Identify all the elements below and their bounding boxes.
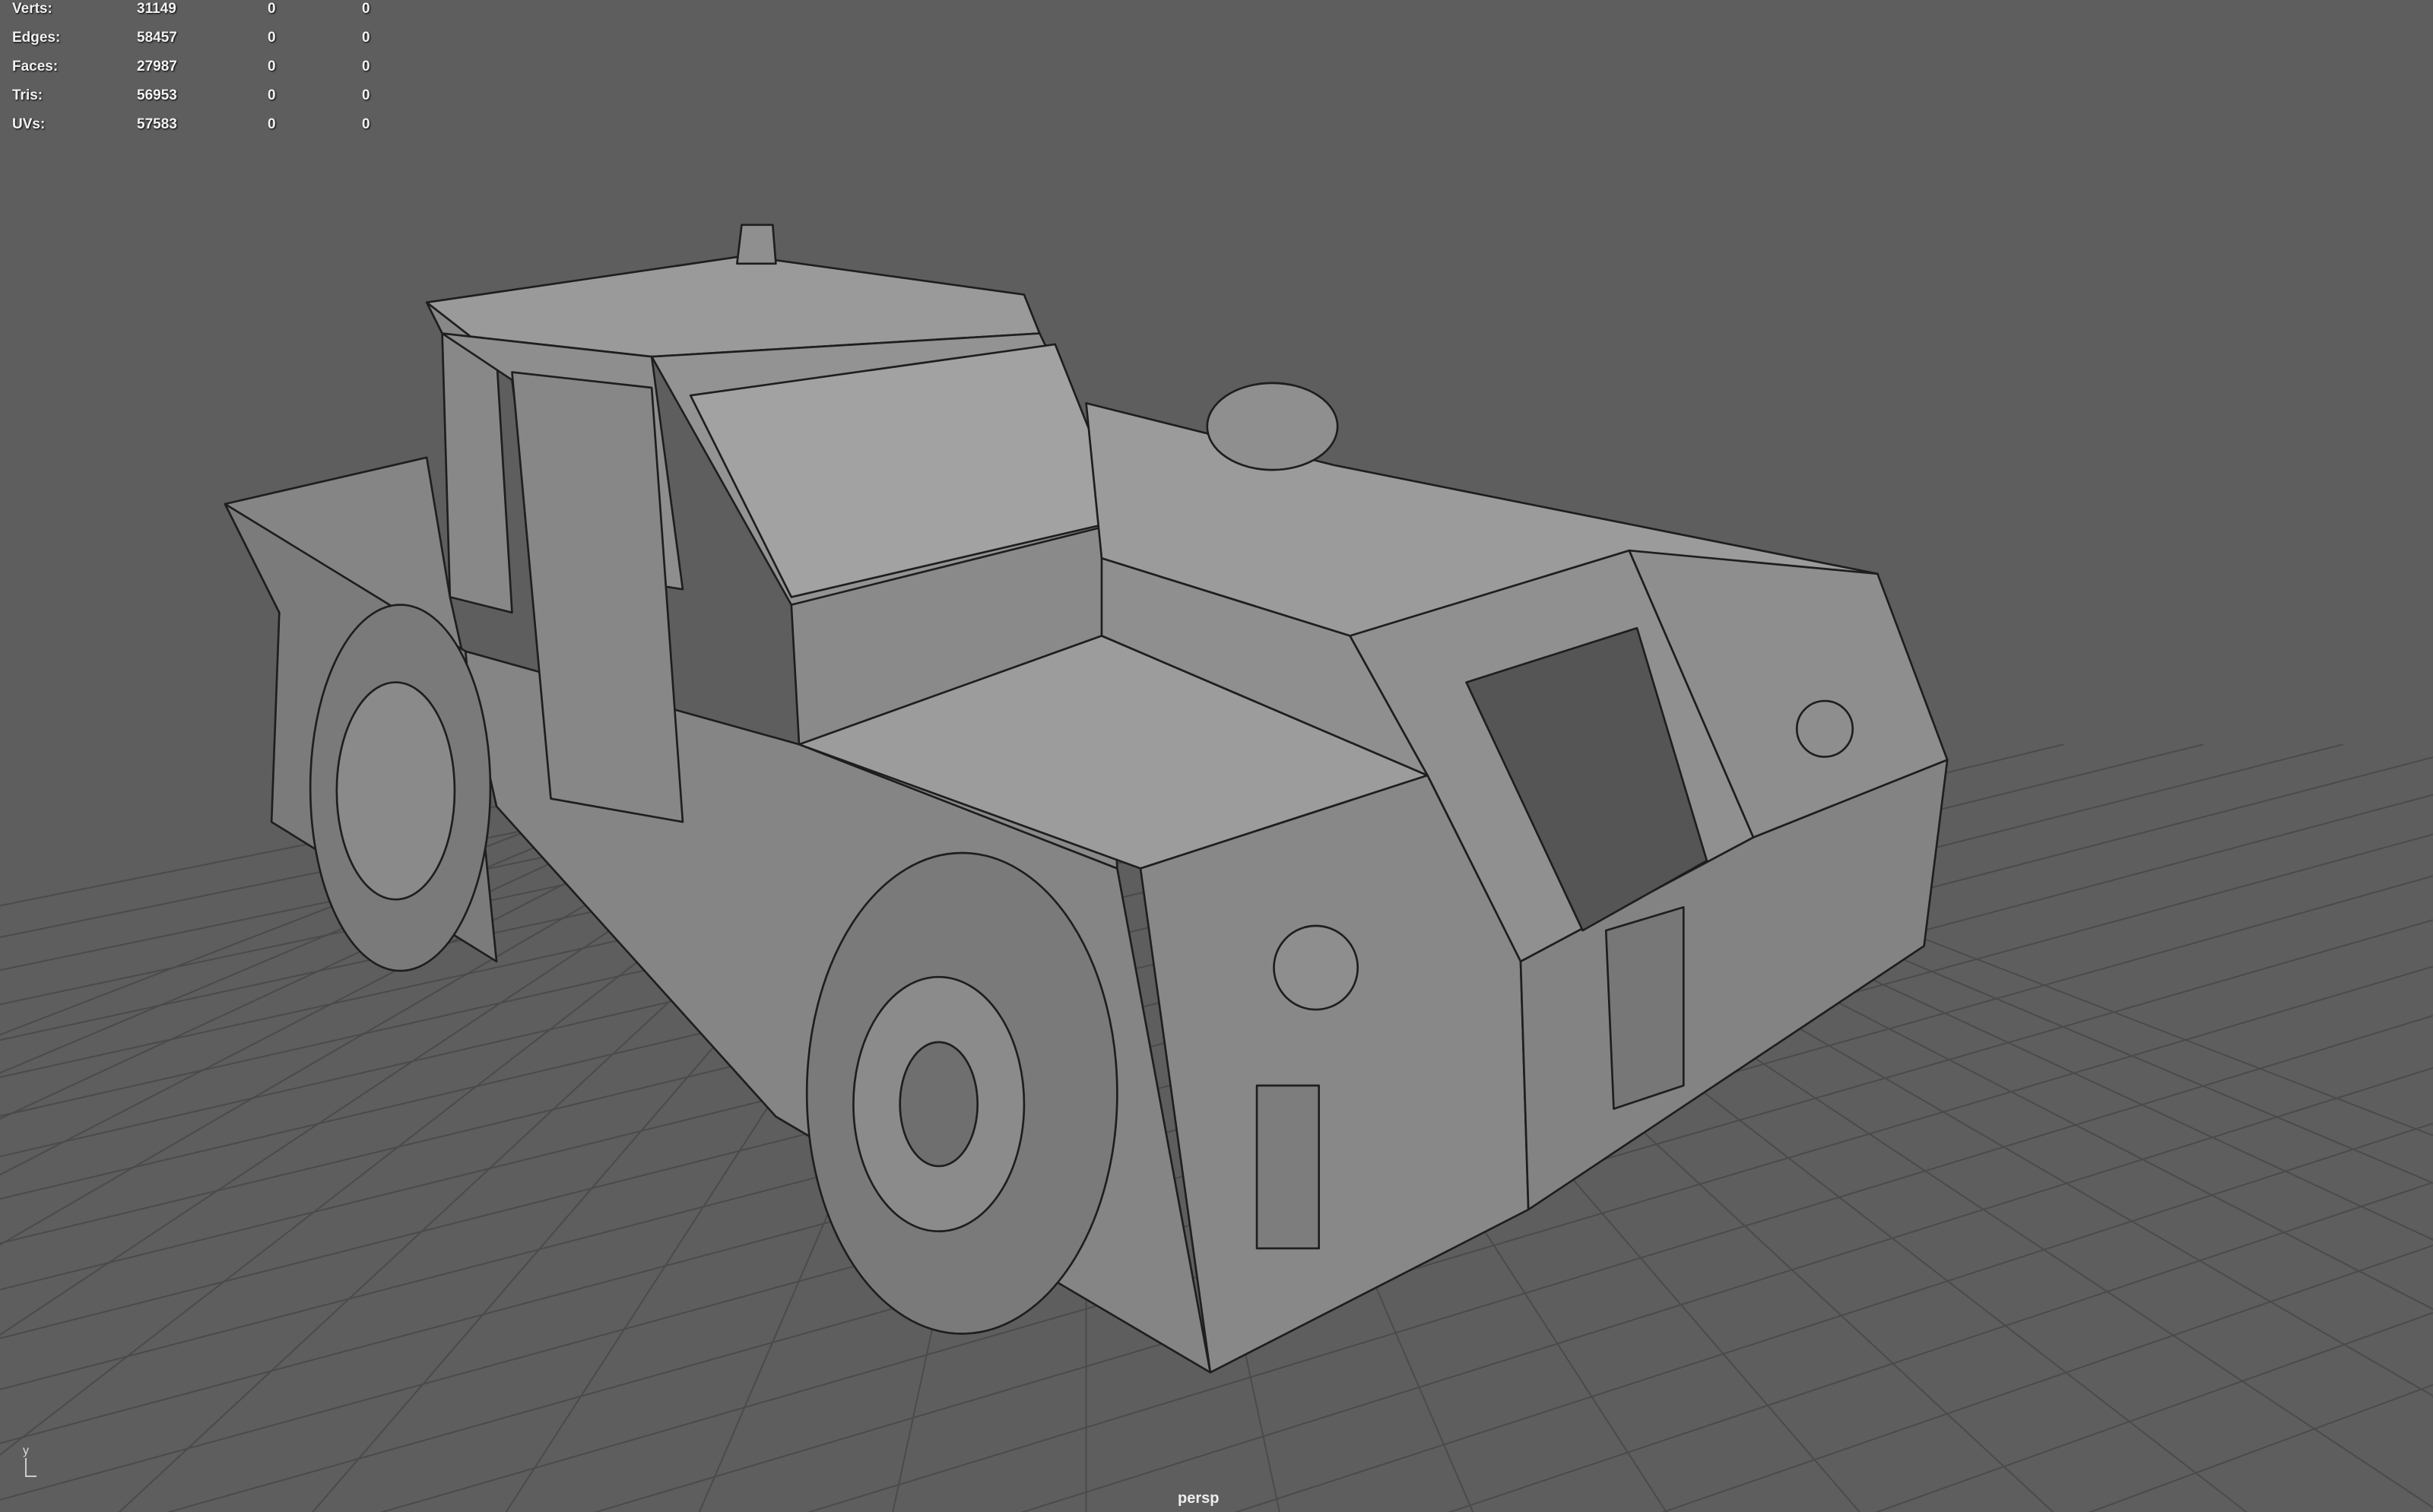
hud-label: Edges: — [12, 30, 61, 46]
hud-value: 0 — [268, 116, 276, 132]
hud-value: 0 — [362, 116, 370, 132]
hud-value: 58457 — [137, 30, 177, 46]
camera-label: persp — [1178, 1490, 1220, 1507]
hud-value: 0 — [362, 30, 370, 46]
hud-value: 27987 — [137, 59, 177, 74]
hud-value: 0 — [362, 59, 370, 74]
hud-value: 31149 — [137, 1, 176, 17]
hud-value: 57583 — [137, 116, 177, 132]
hud-value: 0 — [268, 59, 276, 74]
hud-value: 56953 — [137, 87, 177, 103]
hud-label: Faces: — [12, 59, 59, 74]
axis-gizmo-icon — [25, 1458, 36, 1477]
axis-y-label: y — [23, 1444, 29, 1457]
hud-label: Verts: — [12, 1, 52, 17]
hud-label: UVs: — [12, 116, 46, 132]
hud-value: 0 — [362, 87, 370, 103]
hud-label: Tris: — [12, 87, 43, 103]
viewport-3d[interactable] — [0, 0, 2433, 1512]
hud-value: 0 — [268, 87, 276, 103]
hud-value: 0 — [268, 30, 276, 46]
view-axis-indicator: y — [23, 1444, 41, 1485]
grid-line — [2088, 1384, 2433, 1512]
tug-vehicle-mesh[interactable] — [224, 223, 1949, 1374]
hud-value: 0 — [362, 1, 370, 17]
hud-value: 0 — [268, 1, 276, 17]
